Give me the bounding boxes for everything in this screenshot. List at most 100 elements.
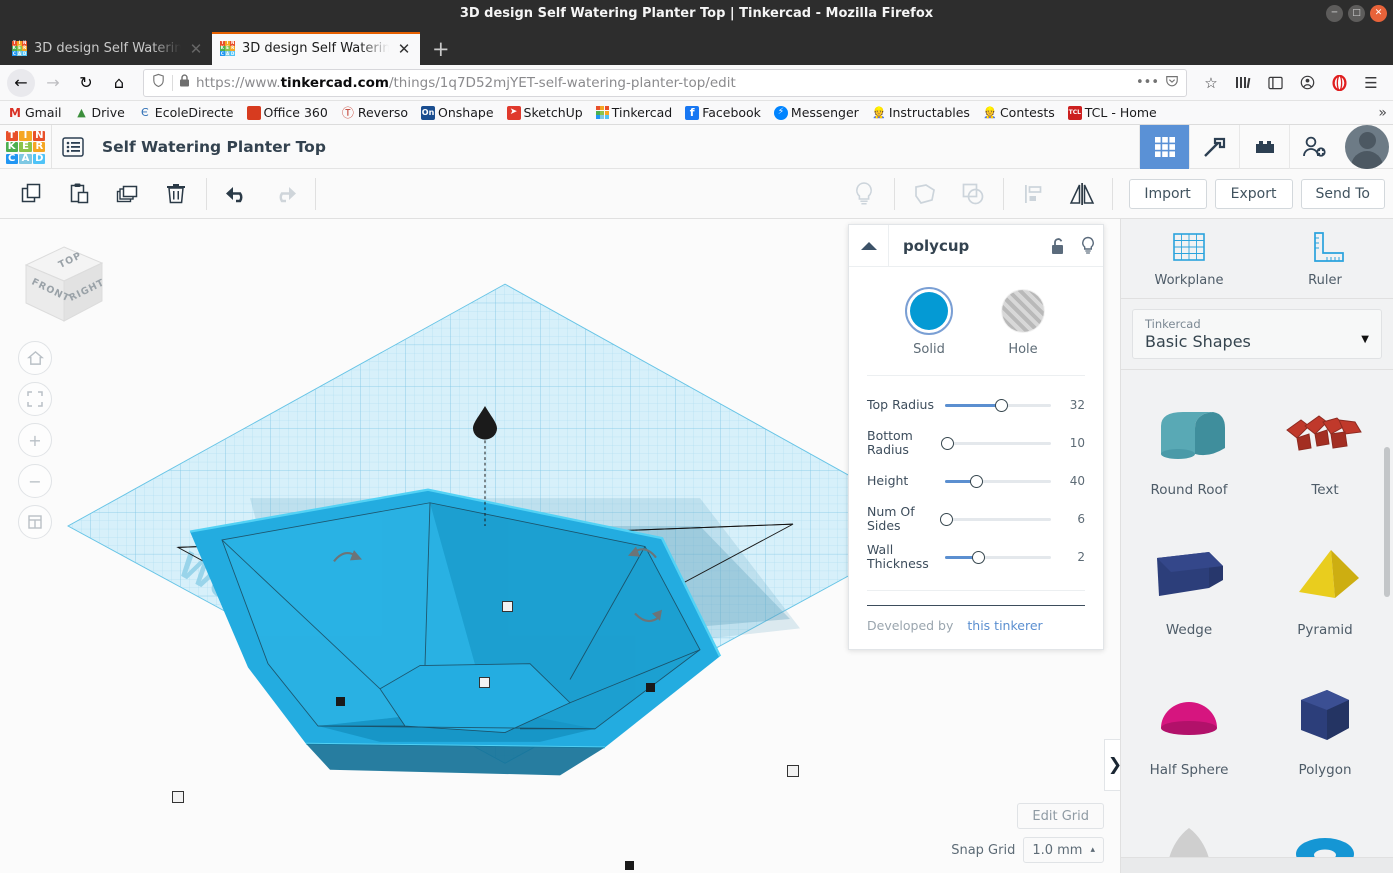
reload-button[interactable]: ↻ [71,69,101,97]
top-radius-slider[interactable] [945,396,1051,414]
developer-link[interactable]: this tinkerer [967,618,1042,633]
bookmark-tinkercad[interactable]: Tinkercad [596,105,672,120]
home-button[interactable]: ⌂ [104,69,134,97]
hole-swatch[interactable] [999,287,1047,335]
bookmark-tcl-home[interactable]: TCLTCL - Home [1068,105,1157,120]
unlock-icon[interactable] [1043,237,1073,255]
fit-to-view-button[interactable] [18,382,52,416]
maximize-button[interactable]: □ [1348,5,1365,22]
trash-icon[interactable] [152,172,200,216]
bookmark-onshape[interactable]: OnOnshape [421,105,493,120]
param-value[interactable]: 2 [1057,550,1085,564]
num-of-sides-slider[interactable] [945,510,1051,528]
panel-collapse-button[interactable]: ❯ [1104,739,1120,791]
lightbulb-icon[interactable] [840,172,888,216]
url-bar[interactable]: https://www.tinkercad.com/things/1q7D52m… [143,69,1187,97]
home-view-button[interactable] [18,341,52,375]
project-menu-button[interactable] [52,125,94,169]
import-button[interactable]: Import [1129,179,1207,209]
edit-grid-button[interactable]: Edit Grid [1017,803,1104,829]
param-value[interactable]: 10 [1057,436,1085,450]
bookmark-ecoledirecte[interactable]: ЄEcoleDirecte [138,105,234,120]
zoom-in-button[interactable]: + [18,423,52,457]
bookmark-star-icon[interactable]: ☆ [1196,69,1226,97]
workplane-tool[interactable]: Workplane [1121,219,1257,298]
align-icon[interactable] [1010,172,1058,216]
invite-person-icon[interactable] [1289,125,1339,169]
left-corner-handle[interactable] [336,697,345,706]
library-icon[interactable] [1228,69,1258,97]
snap-grid-select[interactable]: 1.0 mm ▴ [1023,837,1104,863]
shape-half-sphere[interactable]: Half Sphere [1121,656,1257,796]
tab-2-close-icon[interactable]: ✕ [396,40,412,58]
bbox-handle-east[interactable] [787,765,799,777]
projection-toggle-button[interactable] [18,505,52,539]
user-avatar[interactable] [1345,125,1389,169]
hole-option[interactable]: Hole [999,287,1047,357]
back-button[interactable]: ← [7,69,35,97]
tinkercad-logo[interactable]: TIN KER CAD [0,125,52,169]
copy-icon[interactable] [8,172,56,216]
inspector-collapse-icon[interactable] [849,225,889,267]
opera-extension-icon[interactable] [1324,69,1354,97]
close-window-button[interactable]: ✕ [1370,5,1387,22]
center-scale-handle[interactable] [479,677,490,688]
chevron-down-icon[interactable]: ▼ [1361,334,1369,345]
bbox-handle-west[interactable] [172,791,184,803]
bookmark-reverso[interactable]: ⓉReverso [341,105,408,120]
project-title[interactable]: Self Watering Planter Top [102,138,326,156]
bookmark-messenger[interactable]: ⚡Messenger [774,105,859,120]
sidebar-scrollbar[interactable] [1384,447,1390,597]
bookmarks-overflow-icon[interactable]: » [1378,105,1387,121]
bookmark-office360[interactable]: Office 360 [247,105,328,120]
export-button[interactable]: Export [1215,179,1293,209]
mirror-icon[interactable] [1058,172,1106,216]
3d-canvas[interactable]: Workplane [0,219,1120,873]
bookmark-gmail[interactable]: MGmail [8,105,61,120]
polycup-model[interactable] [190,490,720,776]
zoom-out-button[interactable]: − [18,464,52,498]
codeblocks-icon[interactable] [1189,125,1239,169]
undo-icon[interactable] [213,172,261,216]
shape-polygon[interactable]: Polygon [1257,656,1393,796]
shape-pyramid[interactable]: Pyramid [1257,516,1393,656]
top-scale-handle[interactable] [502,601,513,612]
shape-library-dropdown[interactable]: Tinkercad Basic Shapes ▼ [1132,309,1382,359]
firefox-menu-button[interactable]: ☰ [1356,69,1386,97]
forward-button[interactable]: → [38,69,68,97]
send-to-button[interactable]: Send To [1301,179,1385,209]
account-icon[interactable] [1292,69,1322,97]
tracking-shield-icon[interactable] [151,73,166,92]
browser-tab-2[interactable]: TIN KER CAD 3D design Self Watering ✕ [212,32,420,65]
view-cube[interactable]: TOP FRONT RIGHT [18,241,110,333]
ruler-tool[interactable]: Ruler [1257,219,1393,298]
page-actions-icon[interactable]: ••• [1136,75,1159,90]
browser-tab-1[interactable]: TIN KER CAD 3D design Self Watering ✕ [4,32,212,65]
solid-option[interactable]: Solid [905,287,953,357]
minimize-button[interactable]: ─ [1326,5,1343,22]
pocket-icon[interactable] [1165,74,1179,92]
right-corner-handle[interactable] [646,683,655,692]
redo-icon[interactable] [261,172,309,216]
wall-thickness-slider[interactable] [945,548,1051,566]
bottom-radius-slider[interactable] [945,434,1051,452]
shape-cone[interactable]: Cone [1121,796,1257,857]
duplicate-icon[interactable] [104,172,152,216]
bookmark-drive[interactable]: ▲Drive [74,105,124,120]
bookmark-sketchup[interactable]: ➤SketchUp [507,105,583,120]
shape-text[interactable]: Text [1257,376,1393,516]
paste-icon[interactable] [56,172,104,216]
sidebar-icon[interactable] [1260,69,1290,97]
bookmark-instructables[interactable]: 👷Instructables [872,105,970,120]
param-value[interactable]: 32 [1057,398,1085,412]
shape-torus[interactable]: Torus [1257,796,1393,857]
group-icon[interactable] [901,172,949,216]
bbox-handle-se[interactable] [625,861,634,870]
grid-view-icon[interactable] [1139,125,1189,169]
shape-wedge[interactable]: Wedge [1121,516,1257,656]
shape-round-roof[interactable]: Round Roof [1121,376,1257,516]
ungroup-icon[interactable] [949,172,997,216]
solid-swatch[interactable] [905,287,953,335]
height-slider[interactable] [945,472,1051,490]
bookmark-contests[interactable]: 👷Contests [983,105,1055,120]
